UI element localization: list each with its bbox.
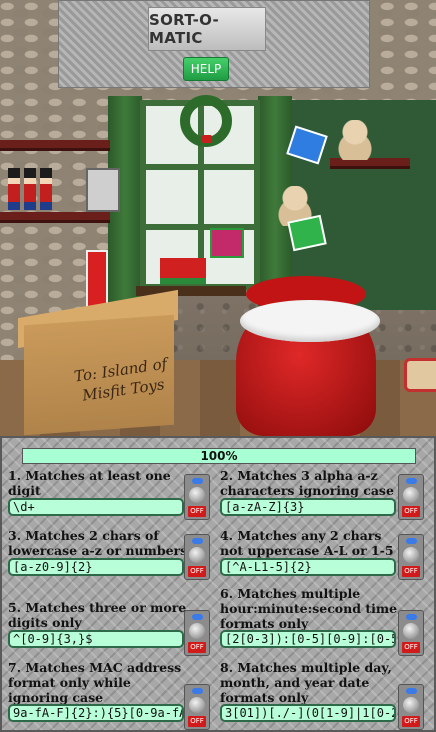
toggle-switch[interactable]: OFF [184,684,210,730]
regex-input[interactable]: [2[0-3]):[0-5][0-9]:[0-5][0-9])$ [220,630,396,648]
switch-knob [189,697,205,713]
puzzle-description: 7. Matches MAC address format only while… [8,660,182,705]
switch-knob [189,547,205,563]
nutcracker-toy[interactable] [40,168,52,210]
toy-drum[interactable] [404,358,436,392]
status-light [192,614,203,620]
regex-input[interactable]: [^A-L1-5]{2} [220,558,396,576]
regex-input[interactable]: 3[01])[./-](0[1-9]|1[0-2])[./-]19 [220,704,396,722]
progress-label: 100% [200,449,238,463]
toggle-switch[interactable]: OFF [398,474,424,520]
jack-in-box-toy[interactable] [210,228,244,258]
progress-bar: 100% [22,448,416,464]
toggle-switch[interactable]: OFF [398,534,424,580]
off-label: OFF [402,716,420,727]
toggle-switch[interactable]: OFF [184,534,210,580]
status-light [406,478,417,484]
toggle-switch[interactable]: OFF [184,610,210,656]
status-light [406,538,417,544]
toggle-switch[interactable]: OFF [398,684,424,730]
puzzle-8: 8. Matches multiple day, month, and year… [220,660,430,730]
off-label: OFF [402,506,420,517]
sack-fur-trim [240,300,380,342]
toggle-switch[interactable]: OFF [398,610,424,656]
switch-knob [403,487,419,503]
status-light [406,614,417,620]
toggle-switch[interactable]: OFF [184,474,210,520]
help-button[interactable]: HELP [183,57,229,81]
status-light [192,688,203,694]
regex-input[interactable]: \d+ [8,498,184,516]
nutcracker-toy[interactable] [24,168,36,210]
puzzle-description: 2. Matches 3 alpha a-z characters ignori… [220,468,394,498]
status-light [192,538,203,544]
puzzle-description: 5. Matches three or more digits only [8,600,187,630]
off-label: OFF [402,566,420,577]
puzzle-panel: 100% 1. Matches at least one digit \d+ O… [0,436,436,732]
off-label: OFF [188,566,206,577]
off-label: OFF [188,642,206,653]
regex-input[interactable]: [a-z0-9]{2} [8,558,184,576]
puzzle-description: 6. Matches multiple hour:minute:second t… [220,586,398,631]
switch-knob [403,547,419,563]
puzzle-description: 1. Matches at least one digit [8,468,171,498]
teddy-bear-toy[interactable] [336,120,374,160]
puzzle-6: 6. Matches multiple hour:minute:second t… [220,586,430,656]
toy-train[interactable] [160,258,206,284]
puzzle-description: 3. Matches 2 chars of lowercase a-z or n… [8,528,188,558]
regex-input[interactable]: [a-zA-Z]{3} [220,498,396,516]
robot-toy[interactable] [86,168,120,212]
off-label: OFF [188,716,206,727]
nutcracker-toy[interactable] [8,168,20,210]
regex-input[interactable]: ^[0-9]{3,}$ [8,630,184,648]
title-panel: SORT-O-MATIC HELP [58,0,370,88]
regex-input[interactable]: 9a-fA-F]{2}:){5}[0-9a-fA-F]{2}$ [8,704,184,722]
status-light [192,478,203,484]
status-light [406,688,417,694]
puzzle-3: 3. Matches 2 chars of lowercase a-z or n… [8,528,218,598]
switch-knob [403,623,419,639]
off-label: OFF [188,506,206,517]
game-title: SORT-O-MATIC [148,7,266,51]
switch-knob [189,487,205,503]
shelf-lower-left [0,212,110,220]
puzzle-7: 7. Matches MAC address format only while… [8,660,218,730]
switch-knob [189,623,205,639]
wreath [180,95,232,147]
switch-knob [403,697,419,713]
off-label: OFF [402,642,420,653]
puzzle-description: 8. Matches multiple day, month, and year… [220,660,392,705]
puzzle-description: 4. Matches any 2 chars not uppercase A-L… [220,528,394,558]
shelf-upper-left [0,140,110,148]
fire-truck-toy[interactable] [86,250,108,310]
